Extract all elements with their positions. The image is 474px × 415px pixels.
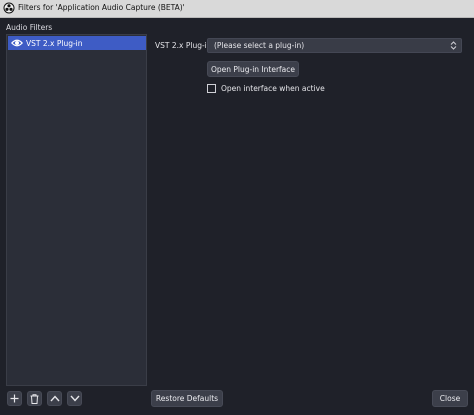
restore-defaults-button[interactable]: Restore Defaults bbox=[151, 390, 223, 407]
window-titlebar: Filters for 'Application Audio Capture (… bbox=[0, 0, 474, 18]
close-button[interactable]: Close bbox=[432, 390, 468, 407]
open-plugin-interface-button[interactable]: Open Plug-in Interface bbox=[207, 61, 299, 77]
open-when-active-checkbox[interactable] bbox=[207, 84, 216, 93]
filter-item-vst[interactable]: VST 2.x Plug-in bbox=[8, 36, 146, 50]
move-filter-down-button[interactable] bbox=[67, 391, 82, 406]
add-icon bbox=[10, 394, 19, 403]
plugin-select-value: (Please select a plug-in) bbox=[214, 41, 305, 50]
move-up-icon bbox=[49, 395, 60, 402]
window-title: Filters for 'Application Audio Capture (… bbox=[18, 3, 185, 12]
add-filter-button[interactable] bbox=[7, 391, 22, 406]
filter-item-label: VST 2.x Plug-in bbox=[26, 38, 83, 48]
trash-icon bbox=[30, 393, 39, 404]
plugin-field-label: VST 2.x Plug-in bbox=[155, 41, 212, 50]
open-when-active-row[interactable]: Open interface when active bbox=[207, 83, 325, 94]
open-when-active-label[interactable]: Open interface when active bbox=[221, 84, 325, 93]
move-filter-up-button[interactable] bbox=[47, 391, 62, 406]
visibility-eye-icon[interactable] bbox=[11, 38, 23, 48]
plugin-select[interactable]: (Please select a plug-in) bbox=[207, 38, 462, 53]
move-down-icon bbox=[69, 395, 80, 402]
remove-filter-button[interactable] bbox=[27, 391, 42, 406]
chevron-up-down-icon bbox=[450, 41, 457, 50]
filter-list[interactable]: VST 2.x Plug-in bbox=[6, 34, 147, 386]
obs-logo-icon bbox=[3, 2, 15, 14]
audio-filters-heading: Audio Filters bbox=[6, 23, 53, 32]
